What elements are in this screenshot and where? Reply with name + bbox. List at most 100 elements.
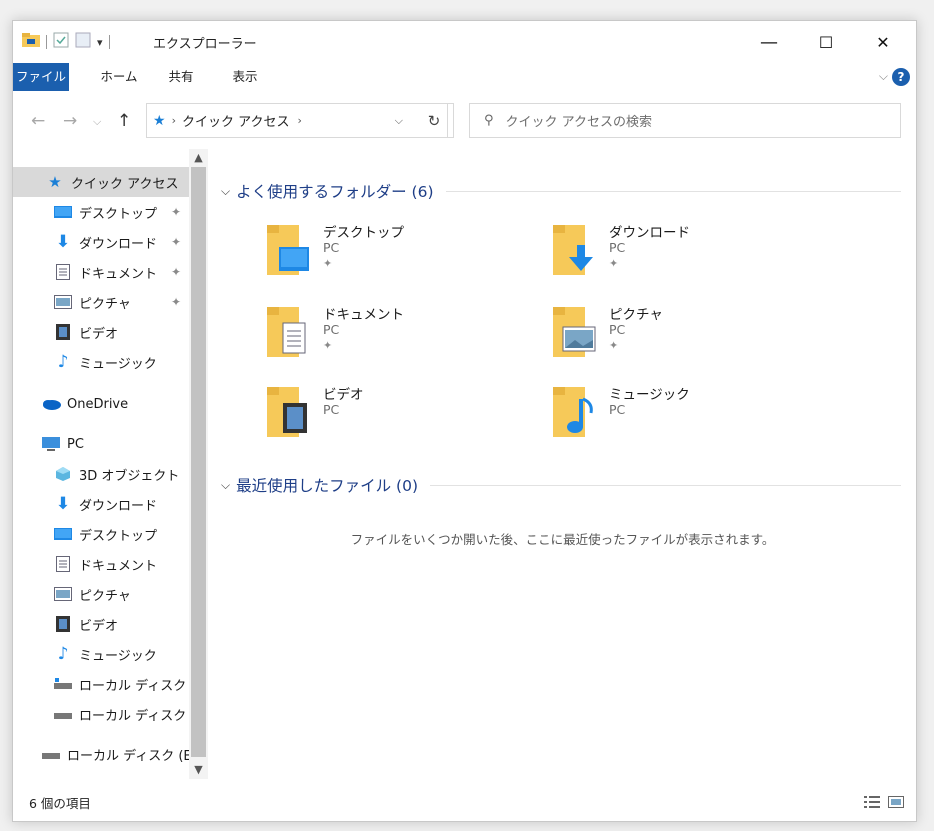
- scroll-up-icon[interactable]: ▲: [189, 149, 208, 167]
- properties-icon[interactable]: [53, 32, 69, 52]
- folder-tile-desktop[interactable]: デスクトップ PC ✦: [265, 221, 525, 285]
- back-icon[interactable]: ←: [31, 111, 45, 131]
- window-title: エクスプローラー: [153, 37, 257, 52]
- sidebar-scrollbar[interactable]: ▲ ▼: [189, 149, 208, 779]
- sidebar-item-pc-desktop[interactable]: デスクトップ: [13, 519, 189, 549]
- folder-tile-pictures[interactable]: ピクチャ PC ✦: [551, 303, 811, 367]
- folder-tile-documents[interactable]: ドキュメント PC ✦: [265, 303, 525, 367]
- sidebar-item-pc[interactable]: PC: [13, 429, 189, 459]
- sidebar-item-documents[interactable]: ドキュメント ✦: [13, 257, 189, 287]
- pin-icon[interactable]: ✦: [171, 265, 181, 279]
- folder-name: ピクチャ: [609, 307, 663, 323]
- address-dropdown-icon[interactable]: ⌵: [395, 114, 403, 128]
- pin-icon[interactable]: ✦: [609, 257, 618, 270]
- sidebar-item-desktop[interactable]: デスクトップ ✦: [13, 197, 189, 227]
- sidebar-item-3d-objects[interactable]: 3D オブジェクト: [13, 459, 189, 489]
- close-button[interactable]: ✕: [860, 21, 906, 63]
- search-box[interactable]: ⚲ クイック アクセスの検索: [469, 103, 901, 138]
- scroll-thumb[interactable]: [191, 167, 206, 757]
- music-icon: ♪: [57, 644, 69, 664]
- music-folder-icon: [553, 387, 593, 437]
- folder-tile-downloads[interactable]: ダウンロード PC ✦: [551, 221, 811, 285]
- sidebar-item-label: ダウンロード: [79, 498, 158, 514]
- folder-name: ビデオ: [323, 387, 364, 403]
- drive-icon: [53, 705, 73, 723]
- item-count: 6 個の項目: [29, 796, 91, 811]
- pin-icon[interactable]: ✦: [171, 235, 181, 249]
- new-folder-icon[interactable]: [75, 32, 91, 52]
- pin-icon[interactable]: ✦: [171, 295, 181, 309]
- sidebar-item-pc-music[interactable]: ♪ ミュージック: [13, 639, 189, 669]
- desktop-icon: [53, 525, 73, 543]
- explorer-window: ▾ エクスプローラー — ☐ ✕ ファイル ホーム 共有 表示 ⌵ ? ← → …: [12, 20, 917, 822]
- sidebar-item-label: ローカル ディスク (E:): [67, 748, 189, 764]
- folder-location: PC: [323, 240, 340, 255]
- tab-share[interactable]: 共有: [161, 63, 201, 91]
- sidebar-item-label: ドキュメント: [79, 266, 158, 282]
- star-icon: ★: [48, 173, 62, 191]
- address-bar[interactable]: ★ › クイック アクセス › ⌵: [146, 103, 448, 138]
- help-icon[interactable]: ?: [892, 68, 910, 86]
- folder-name: ダウンロード: [609, 225, 690, 241]
- customize-qat-icon[interactable]: ▾: [97, 36, 103, 49]
- search-icon: ⚲: [484, 113, 494, 128]
- sidebar-item-pc-documents[interactable]: ドキュメント: [13, 549, 189, 579]
- sidebar-item-pictures[interactable]: ピクチャ ✦: [13, 287, 189, 317]
- folder-tile-videos[interactable]: ビデオ PC: [265, 383, 525, 447]
- recent-files-header[interactable]: ⌵ 最近使用したファイル (0): [221, 471, 901, 499]
- pin-icon[interactable]: ✦: [171, 205, 181, 219]
- large-icons-view-icon[interactable]: [888, 793, 904, 812]
- chevron-right-icon: ›: [171, 114, 176, 127]
- minimize-button[interactable]: —: [746, 21, 792, 63]
- video-icon: [53, 323, 73, 341]
- scroll-down-icon[interactable]: ▼: [189, 761, 208, 779]
- sidebar-item-label: ミュージック: [79, 648, 157, 664]
- folder-tile-music[interactable]: ミュージック PC: [551, 383, 811, 447]
- tab-file[interactable]: ファイル: [13, 63, 69, 91]
- recent-locations-icon[interactable]: ⌵: [93, 115, 101, 129]
- sidebar-item-music[interactable]: ♪ ミュージック: [13, 347, 189, 377]
- forward-icon[interactable]: →: [63, 111, 77, 131]
- address-path[interactable]: クイック アクセス: [182, 111, 289, 130]
- maximize-button[interactable]: ☐: [803, 21, 849, 63]
- address-row: ← → ⌵ ↑ ★ › クイック アクセス › ⌵ ↻ ⚲ クイック アクセスの…: [13, 91, 916, 149]
- sidebar-item-onedrive[interactable]: OneDrive: [13, 389, 189, 419]
- frequent-folders-header[interactable]: ⌵ よく使用するフォルダー (6): [221, 177, 901, 205]
- sidebar-item-label: PC: [67, 436, 84, 452]
- chevron-right-icon: ›: [297, 114, 302, 127]
- recent-empty-message: ファイルをいくつか開いた後、ここに最近使ったファイルが表示されます。: [350, 532, 775, 547]
- sidebar-item-pc-videos[interactable]: ビデオ: [13, 609, 189, 639]
- drive-icon: [53, 675, 73, 693]
- tab-home[interactable]: ホーム: [93, 63, 145, 91]
- sidebar-item-local-disk-e-root[interactable]: ローカル ディスク (E:): [13, 739, 189, 769]
- pin-icon[interactable]: ✦: [323, 339, 332, 352]
- refresh-button[interactable]: ↻: [415, 103, 454, 138]
- cube-icon: [53, 465, 73, 483]
- pictures-icon: [53, 293, 73, 311]
- music-icon: ♪: [57, 352, 69, 372]
- download-icon: ⬇: [55, 494, 71, 514]
- sidebar-item-videos[interactable]: ビデオ: [13, 317, 189, 347]
- download-folder-icon: [553, 225, 593, 275]
- sidebar-item-pc-downloads[interactable]: ⬇ ダウンロード: [13, 489, 189, 519]
- star-icon: ★: [153, 112, 166, 129]
- sidebar-item-local-disk-c[interactable]: ローカル ディスク (C: [13, 669, 189, 699]
- sidebar-item-local-disk-e[interactable]: ローカル ディスク (E: [13, 699, 189, 729]
- pictures-icon: [53, 585, 73, 603]
- sidebar-item-downloads[interactable]: ⬇ ダウンロード ✦: [13, 227, 189, 257]
- video-icon: [53, 615, 73, 633]
- sidebar-item-label: ドキュメント: [79, 558, 158, 574]
- details-view-icon[interactable]: [864, 793, 880, 812]
- folder-location: PC: [609, 402, 626, 417]
- sidebar-item-pc-pictures[interactable]: ピクチャ: [13, 579, 189, 609]
- pin-icon[interactable]: ✦: [323, 257, 332, 270]
- ribbon-expand-icon[interactable]: ⌵: [879, 69, 888, 84]
- sidebar-item-quick-access[interactable]: ★ クイック アクセス: [13, 167, 189, 197]
- pin-icon[interactable]: ✦: [609, 339, 618, 352]
- tab-view[interactable]: 表示: [225, 63, 265, 91]
- up-icon[interactable]: ↑: [117, 111, 131, 131]
- sidebar-item-label: デスクトップ: [79, 206, 158, 222]
- folder-location: PC: [323, 322, 340, 337]
- ribbon-tabs: ファイル ホーム 共有 表示 ⌵ ?: [13, 63, 916, 91]
- sidebar-item-label: ビデオ: [79, 618, 119, 634]
